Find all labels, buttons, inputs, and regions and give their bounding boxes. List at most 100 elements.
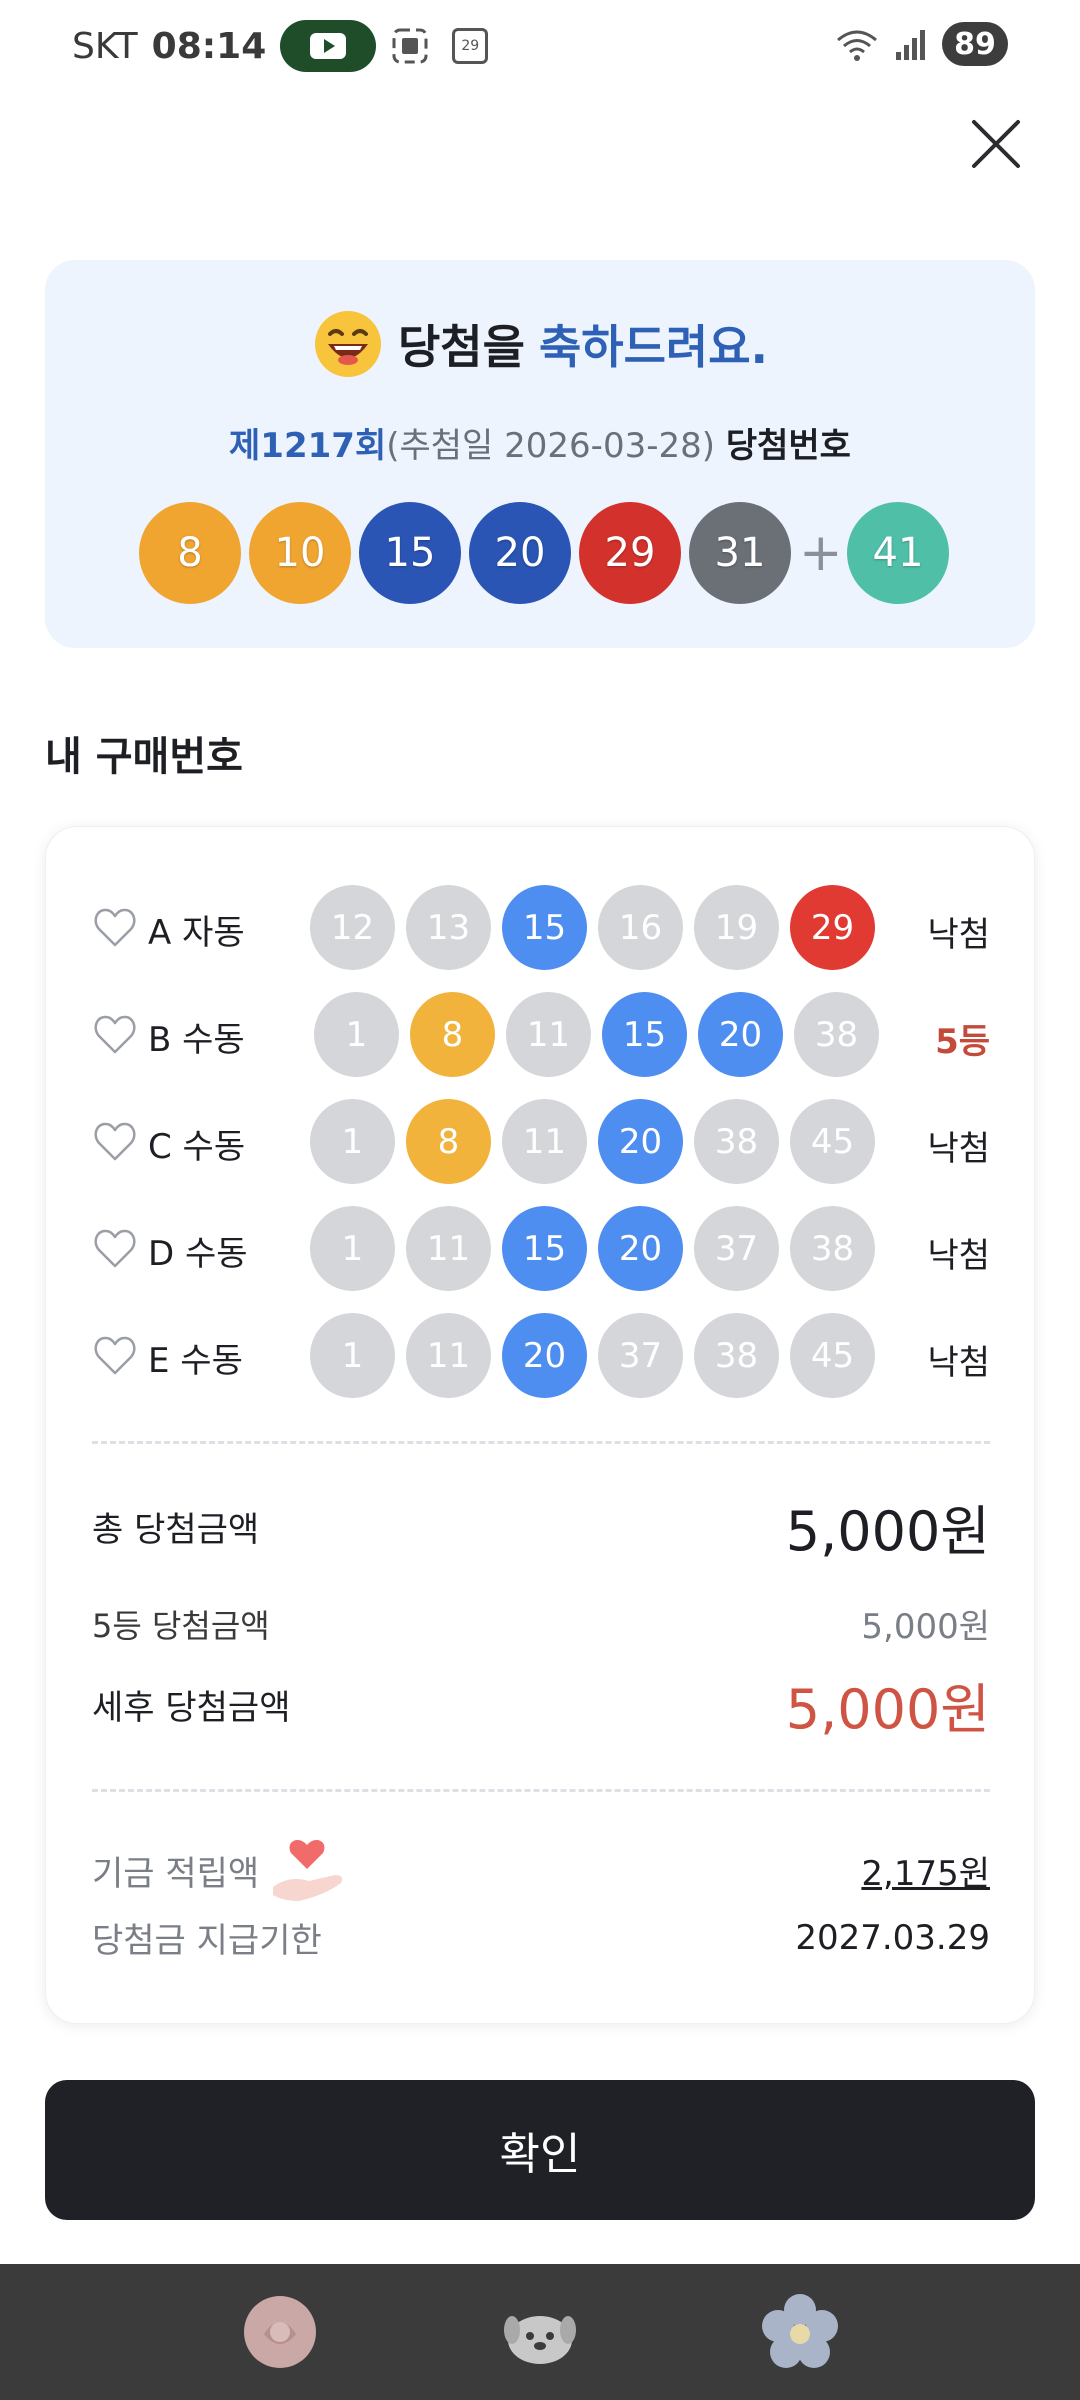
number-ball: 38 — [790, 1206, 875, 1291]
total-amount-label: 총 당첨금액 — [92, 1510, 260, 1550]
total-amount-row: 총 당첨금액 5,000원 — [92, 1487, 990, 1566]
battery-indicator: 89 — [942, 22, 1008, 66]
signal-icon — [896, 30, 925, 60]
ticket-result: 낙첨 — [927, 1129, 990, 1169]
ticket-balls: 1 11 20 37 38 45 — [310, 1313, 875, 1398]
my-numbers-title: 내 구매번호 — [45, 734, 243, 780]
after-tax-value: 5,000원 — [785, 1678, 990, 1741]
ticket-row: A 자동 12 13 15 16 19 29 낙첨 — [46, 883, 1036, 973]
number-ball: 1 — [314, 992, 399, 1077]
youtube-icon — [280, 20, 377, 72]
bottom-nav — [0, 2264, 1080, 2400]
dashed-divider — [92, 1789, 990, 1792]
deadline-value: 2027.03.29 — [795, 1917, 990, 1958]
puppy-icon — [504, 2316, 576, 2364]
deadline-row: 당첨금 지급기한 2027.03.29 — [92, 1913, 990, 1962]
fifth-prize-label: 5등 당첨금액 — [92, 1606, 270, 1645]
number-ball: 20 — [598, 1206, 683, 1291]
ticket-result: 낙첨 — [927, 1236, 990, 1276]
wifi-icon — [837, 30, 877, 61]
number-ball: 1 — [310, 1099, 395, 1184]
status-bar: SKT 08:14 29 89 — [0, 0, 1080, 90]
winning-balls: 8 10 15 20 29 31 +41 — [139, 502, 949, 604]
fifth-prize-value: 5,000원 — [861, 1607, 990, 1647]
heart-icon[interactable] — [92, 1333, 138, 1379]
fifth-prize-row: 5등 당첨금액 5,000원 — [92, 1599, 990, 1648]
draw-date: (추첨일 2026-03-28) — [386, 426, 716, 466]
number-ball: 13 — [406, 885, 491, 970]
number-ball: 20 — [698, 992, 783, 1077]
bonus-plus-sign: + — [799, 523, 843, 583]
flower-rose-icon — [244, 2296, 316, 2368]
title-highlight: 축하드려요. — [538, 320, 769, 374]
number-ball: 45 — [790, 1313, 875, 1398]
ticket-label: B 수동 — [148, 1020, 245, 1060]
winning-ball: 15 — [359, 502, 461, 604]
ticket-result: 낙첨 — [927, 1343, 990, 1383]
winning-ball: 8 — [139, 502, 241, 604]
heart-hand-icon — [273, 1839, 343, 1901]
round-number: 제1217회 — [229, 426, 387, 466]
nav-item-puppy[interactable] — [495, 2287, 585, 2377]
number-ball: 29 — [790, 885, 875, 970]
congrats-title: 당첨을 축하드려요. — [45, 308, 1035, 380]
calendar-icon: 29 — [452, 28, 489, 64]
number-ball: 45 — [790, 1099, 875, 1184]
screenshot-icon — [392, 28, 428, 64]
after-tax-label: 세후 당첨금액 — [92, 1688, 291, 1728]
draw-label: 당첨번호 — [725, 426, 851, 466]
number-ball: 16 — [598, 885, 683, 970]
heart-icon[interactable] — [92, 1226, 138, 1272]
dashed-divider — [92, 1441, 990, 1444]
number-ball: 37 — [598, 1313, 683, 1398]
number-ball: 11 — [506, 992, 591, 1077]
number-ball: 20 — [502, 1313, 587, 1398]
number-ball: 15 — [502, 885, 587, 970]
purchased-numbers-card: 총 당첨금액 5,000원 5등 당첨금액 5,000원 세후 당첨금액 5,0… — [45, 826, 1035, 2024]
number-ball: 11 — [502, 1099, 587, 1184]
ticket-label: A 자동 — [148, 913, 245, 953]
ticket-row: C 수동 1 8 11 20 38 45 낙첨 — [46, 1097, 1036, 1187]
close-icon — [972, 120, 1020, 168]
close-button[interactable] — [964, 112, 1028, 176]
number-ball: 1 — [310, 1313, 395, 1398]
heart-icon[interactable] — [92, 1119, 138, 1165]
nav-item-rose[interactable] — [235, 2287, 325, 2377]
ticket-balls: 1 8 11 20 38 45 — [310, 1099, 875, 1184]
fund-label: 기금 적립액 — [92, 1853, 260, 1894]
fund-value-link[interactable]: 2,175원 — [861, 1846, 990, 1895]
ticket-row: E 수동 1 11 20 37 38 45 낙첨 — [46, 1311, 1036, 1401]
number-ball: 38 — [694, 1313, 779, 1398]
winning-ball: 29 — [579, 502, 681, 604]
ticket-balls: 1 11 15 20 37 38 — [310, 1206, 875, 1291]
ticket-row: D 수동 1 11 15 20 37 38 낙첨 — [46, 1204, 1036, 1294]
number-ball: 1 — [310, 1206, 395, 1291]
deadline-label: 당첨금 지급기한 — [92, 1921, 322, 1961]
ticket-balls: 12 13 15 16 19 29 — [310, 885, 875, 970]
number-ball: 19 — [694, 885, 779, 970]
laughing-face-icon — [314, 311, 381, 377]
ticket-result: 5등 — [935, 1022, 990, 1062]
nav-item-blossom[interactable] — [755, 2287, 845, 2377]
heart-icon[interactable] — [92, 905, 138, 951]
ticket-row: B 수동 1 8 11 15 20 38 5등 — [46, 990, 1036, 1080]
number-ball: 11 — [406, 1206, 491, 1291]
ticket-label: C 수동 — [148, 1127, 246, 1167]
winning-ball: 31 — [689, 502, 791, 604]
ticket-label: E 수동 — [148, 1341, 243, 1381]
number-ball: 12 — [310, 885, 395, 970]
number-ball: 20 — [598, 1099, 683, 1184]
number-ball: 38 — [794, 992, 879, 1077]
winning-ball: 20 — [469, 502, 571, 604]
number-ball: 37 — [694, 1206, 779, 1291]
ticket-result: 낙첨 — [927, 915, 990, 955]
ticket-label: D 수동 — [148, 1234, 248, 1274]
confirm-button[interactable]: 확인 — [45, 2080, 1035, 2220]
bonus-ball: 41 — [847, 502, 949, 604]
number-ball: 8 — [406, 1099, 491, 1184]
number-ball: 15 — [502, 1206, 587, 1291]
after-tax-row: 세후 당첨금액 5,000원 — [92, 1665, 990, 1744]
clock: 08:14 — [151, 25, 267, 67]
title-prefix: 당첨을 — [397, 320, 525, 374]
heart-icon[interactable] — [92, 1012, 138, 1058]
